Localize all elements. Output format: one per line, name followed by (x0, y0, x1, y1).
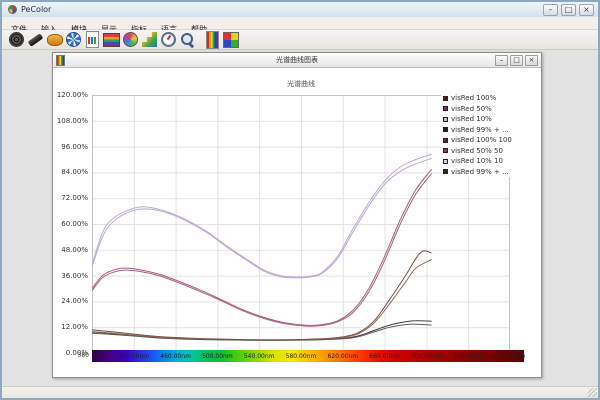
chart-minimize-button[interactable]: – (495, 55, 508, 66)
chart-window: 光谱曲线图表 – □ × 光谱曲线 380 420.00nm460.00nm50… (52, 52, 542, 378)
y-tick-label: 120.00% (53, 91, 88, 99)
x-tick-label: 660.00nm (369, 353, 400, 360)
y-tick-label: 12.00% (53, 323, 88, 331)
main-window: PeColor – □ × 文件输入模块显示指标语言帮助 光谱曲线图表 – □ … (0, 0, 600, 400)
y-tick-label: 24.00% (53, 297, 88, 305)
legend-label: visRed 10% 10 (451, 157, 503, 165)
legend-label: visRed 99% + ... (451, 126, 509, 134)
legend-swatch (443, 106, 448, 111)
legend-entry: visRed 100% 100 (443, 135, 537, 146)
legend-label: visRed 99% + ... (451, 168, 509, 176)
legend-swatch (443, 96, 448, 101)
minimize-button[interactable]: – (543, 4, 558, 16)
x-tick-label: 420.00nm (118, 353, 149, 360)
legend-entry: visRed 99% + ... (443, 167, 537, 178)
x-tick-label: 780.00nm (495, 353, 526, 360)
y-tick-label: 0.00% (53, 349, 88, 357)
chart-title: 光谱曲线 (92, 79, 510, 89)
legend-swatch (443, 117, 448, 122)
menu-bar: 文件输入模块显示指标语言帮助 (2, 17, 598, 30)
steps-icon[interactable] (141, 31, 158, 48)
y-tick-label: 72.00% (53, 194, 88, 202)
app-icon (8, 5, 17, 14)
y-tick-label: 96.00% (53, 143, 88, 151)
toolbar (2, 30, 598, 50)
x-tick-label: 580.00nm (286, 353, 317, 360)
legend-label: visRed 100% 100 (451, 136, 512, 144)
chart-close-button[interactable]: × (525, 55, 538, 66)
chart-window-title: 光谱曲线图表 (53, 55, 541, 65)
y-tick-label: 108.00% (53, 117, 88, 125)
legend-entry: visRed 50% 50 (443, 146, 537, 157)
chart-maximize-button[interactable]: □ (510, 55, 523, 66)
folder-icon[interactable] (46, 31, 63, 48)
series-curve (92, 324, 432, 340)
chart-window-titlebar[interactable]: 光谱曲线图表 – □ × (53, 53, 541, 68)
legend-label: visRed 50% 50 (451, 147, 503, 155)
chart-area: 光谱曲线 380 420.00nm460.00nm500.00nm540.00n… (53, 68, 541, 377)
legend-swatch (443, 148, 448, 153)
legend-entry: visRed 50% (443, 104, 537, 115)
series-curve (92, 158, 432, 277)
legend-entry: visRed 100% (443, 93, 537, 104)
x-tick-label: 700.00nm (411, 353, 442, 360)
x-tick-label: 620.00nm (327, 353, 358, 360)
y-tick-label: 84.00% (53, 168, 88, 176)
maximize-button[interactable]: □ (561, 4, 576, 16)
y-tick-label: 60.00% (53, 220, 88, 228)
legend-swatch (443, 127, 448, 132)
rainbow-icon[interactable] (203, 31, 220, 48)
magnifier-icon[interactable] (179, 31, 196, 48)
window-title: PeColor (21, 5, 543, 14)
legend-entry: visRed 99% + ... (443, 125, 537, 136)
legend: visRed 100% visRed 50% visRed 10% visRed 99… (441, 93, 537, 177)
status-bar (2, 386, 598, 398)
x-tick-label: 500.00nm (202, 353, 233, 360)
spectrum-color-bar: 420.00nm 460.00nm 500.00nm 540.00nm 580.00nm… (92, 350, 524, 362)
legend-label: visRed 10% (451, 115, 492, 123)
legend-label: visRed 50% (451, 105, 492, 113)
colorgrid-icon[interactable] (222, 31, 239, 48)
x-tick-label: 540.00nm (244, 353, 275, 360)
close-button[interactable]: × (579, 4, 594, 16)
legend-label: visRed 100% (451, 94, 496, 102)
aperture-icon[interactable] (65, 31, 82, 48)
layers-icon[interactable] (103, 31, 120, 48)
legend-swatch (443, 169, 448, 174)
eraser-icon[interactable] (27, 31, 44, 48)
legend-swatch (443, 159, 448, 164)
legend-entry: visRed 10% 10 (443, 156, 537, 167)
target-icon[interactable] (8, 31, 25, 48)
legend-entry: visRed 10% (443, 114, 537, 125)
sphere-icon[interactable] (122, 31, 139, 48)
main-titlebar[interactable]: PeColor – □ × (2, 2, 598, 17)
gauge-icon[interactable] (160, 31, 177, 48)
mdi-area: 光谱曲线图表 – □ × 光谱曲线 380 420.00nm460.00nm50… (2, 50, 598, 386)
y-tick-label: 36.00% (53, 272, 88, 280)
report-icon[interactable] (84, 31, 101, 48)
y-tick-label: 48.00% (53, 246, 88, 254)
x-tick-label: 460.00nm (160, 353, 191, 360)
legend-swatch (443, 138, 448, 143)
x-tick-label: 740.00nm (453, 353, 484, 360)
